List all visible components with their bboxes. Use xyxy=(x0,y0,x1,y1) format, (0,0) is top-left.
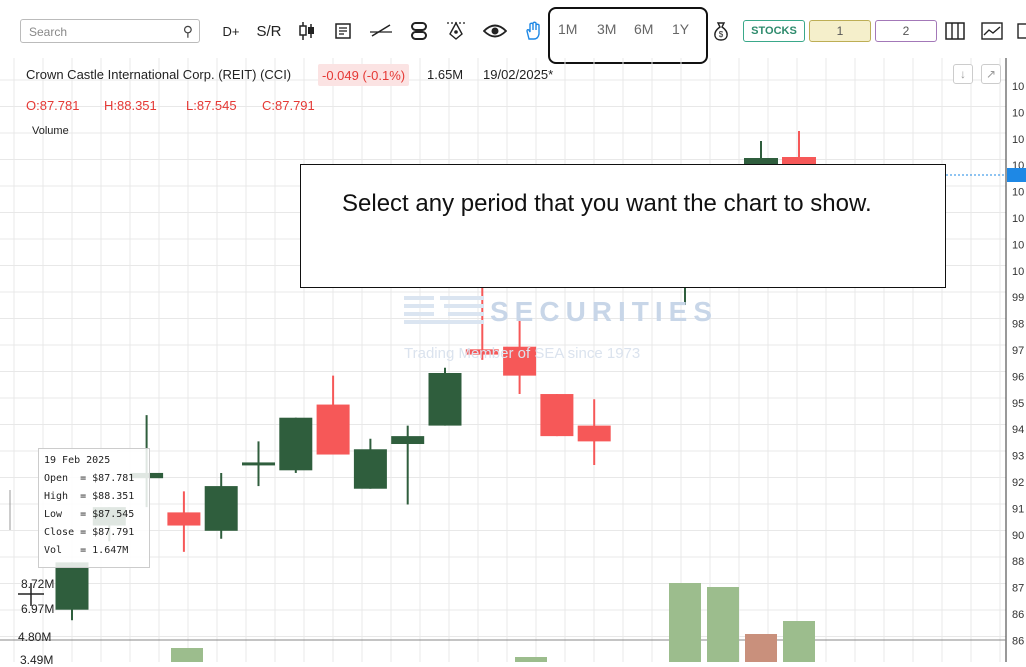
price-tick-label: 98 xyxy=(1012,319,1024,331)
svg-text:$: $ xyxy=(719,30,724,39)
split-view-icon[interactable] xyxy=(944,20,966,42)
candle-body xyxy=(577,425,611,442)
stocks-button[interactable]: STOCKS xyxy=(743,20,805,42)
trendline-icon[interactable] xyxy=(368,20,394,42)
ohlc-open: O:87.781 xyxy=(26,98,80,113)
layout-1-button[interactable]: 1 xyxy=(809,20,871,42)
toolbar: ⚲ D+ S/R 1M 3M 6M 1Y $ STOCKS 1 2 xyxy=(0,0,1026,64)
volume-bar xyxy=(171,648,203,662)
price-tick-label: 90 xyxy=(1012,530,1024,542)
pen-tool-icon[interactable] xyxy=(444,20,468,42)
watermark-logo-icon xyxy=(404,296,484,324)
current-price-marker xyxy=(1007,168,1026,182)
price-tick-label: 10 xyxy=(1012,81,1024,93)
tooltip-close: Close = $87.791 xyxy=(44,527,135,538)
price-tick-label: 10 xyxy=(1012,266,1024,278)
search-input[interactable] xyxy=(27,23,181,41)
volume-bar xyxy=(745,634,777,662)
price-tick-label: 10 xyxy=(1012,107,1024,119)
eye-icon[interactable] xyxy=(482,20,508,42)
candle-body xyxy=(242,462,275,466)
tooltip-high: High = $88.351 xyxy=(44,491,135,502)
candle-body xyxy=(316,404,350,455)
volume-bar xyxy=(669,583,701,662)
candle-body xyxy=(167,512,201,526)
price-tick-label: 86 xyxy=(1012,609,1024,621)
price-tick-label: 95 xyxy=(1012,398,1024,410)
price-tick-label: 96 xyxy=(1012,371,1024,383)
candle-body xyxy=(782,157,816,164)
price-tick-label: 94 xyxy=(1012,424,1024,436)
area-chart-icon[interactable] xyxy=(980,20,1004,42)
price-tick-label: 88 xyxy=(1012,556,1024,568)
volume-value: 1.65M xyxy=(427,67,464,82)
price-tick-label: 91 xyxy=(1012,503,1024,515)
ohlc-low: L:87.545 xyxy=(186,98,237,113)
volume-indicator-label: Volume xyxy=(32,125,69,137)
price-tick-label: 92 xyxy=(1012,477,1024,489)
tooltip-date: 19 Feb 2025 xyxy=(44,455,111,466)
instruction-callout: Select any period that you want the char… xyxy=(300,164,946,288)
layout-2-button[interactable]: 2 xyxy=(875,20,937,42)
volume-axis-label: 3.49M xyxy=(20,653,54,667)
notes-icon[interactable] xyxy=(332,20,354,42)
volume-bar xyxy=(707,587,739,662)
price-change-badge: -0.049 (-0.1%) xyxy=(318,64,410,86)
price-tick-label: 10 xyxy=(1012,213,1024,225)
link-icon[interactable] xyxy=(408,20,430,42)
tooltip-vol: Vol = 1.647M xyxy=(44,545,129,556)
ohlc-high: H:88.351 xyxy=(104,98,157,113)
search-icon[interactable]: ⚲ xyxy=(183,23,193,40)
candlestick-icon[interactable] xyxy=(296,20,318,42)
expand-icon[interactable]: ↗ xyxy=(981,64,1001,84)
price-tick-label: 10 xyxy=(1012,187,1024,199)
download-icon[interactable]: ↓ xyxy=(953,64,973,84)
d-plus-button[interactable]: D+ xyxy=(220,20,242,42)
price-tick-label: 99 xyxy=(1012,292,1024,304)
price-tick-label: 86 xyxy=(1012,635,1024,647)
more-icon[interactable] xyxy=(1014,20,1026,42)
candle-body xyxy=(428,373,462,426)
volume-bar xyxy=(783,621,815,662)
money-bag-icon[interactable]: $ xyxy=(711,20,731,42)
candle-body xyxy=(540,394,574,437)
ohlc-close: C:87.791 xyxy=(262,98,315,113)
candle-body xyxy=(279,417,313,471)
support-resistance-button[interactable]: S/R xyxy=(254,20,284,42)
volume-axis-label: 4.80M xyxy=(18,630,52,644)
candle-body xyxy=(353,449,387,489)
tooltip-open: Open = $87.781 xyxy=(44,473,135,484)
price-tick-label: 97 xyxy=(1012,345,1024,357)
search-box[interactable]: ⚲ xyxy=(20,19,200,43)
candle-body xyxy=(204,486,238,531)
volume-bar xyxy=(515,657,547,662)
volume-axis-label: 6.97M xyxy=(21,602,55,616)
period-highlight-box xyxy=(548,7,708,64)
price-tick-label: 10 xyxy=(1012,134,1024,146)
candle-body xyxy=(55,562,89,610)
watermark-tagline: Trading Member of SEA since 1973 xyxy=(404,345,641,362)
ohlc-tooltip: 19 Feb 2025 Open = $87.781 High = $88.35… xyxy=(38,448,150,568)
volume-axis-label: 8.72M xyxy=(21,577,55,591)
hand-pan-icon[interactable] xyxy=(522,20,544,42)
tooltip-low: Low = $87.545 xyxy=(44,509,135,520)
price-tick-label: 93 xyxy=(1012,451,1024,463)
candle-body xyxy=(391,436,425,445)
watermark-brand: SECURITIES xyxy=(490,296,719,327)
price-tick-label: 10 xyxy=(1012,239,1024,251)
instrument-title: Crown Castle International Corp. (REIT) … xyxy=(26,67,292,82)
date-value: 19/02/2025* xyxy=(483,67,554,82)
price-tick-label: 87 xyxy=(1012,583,1024,595)
